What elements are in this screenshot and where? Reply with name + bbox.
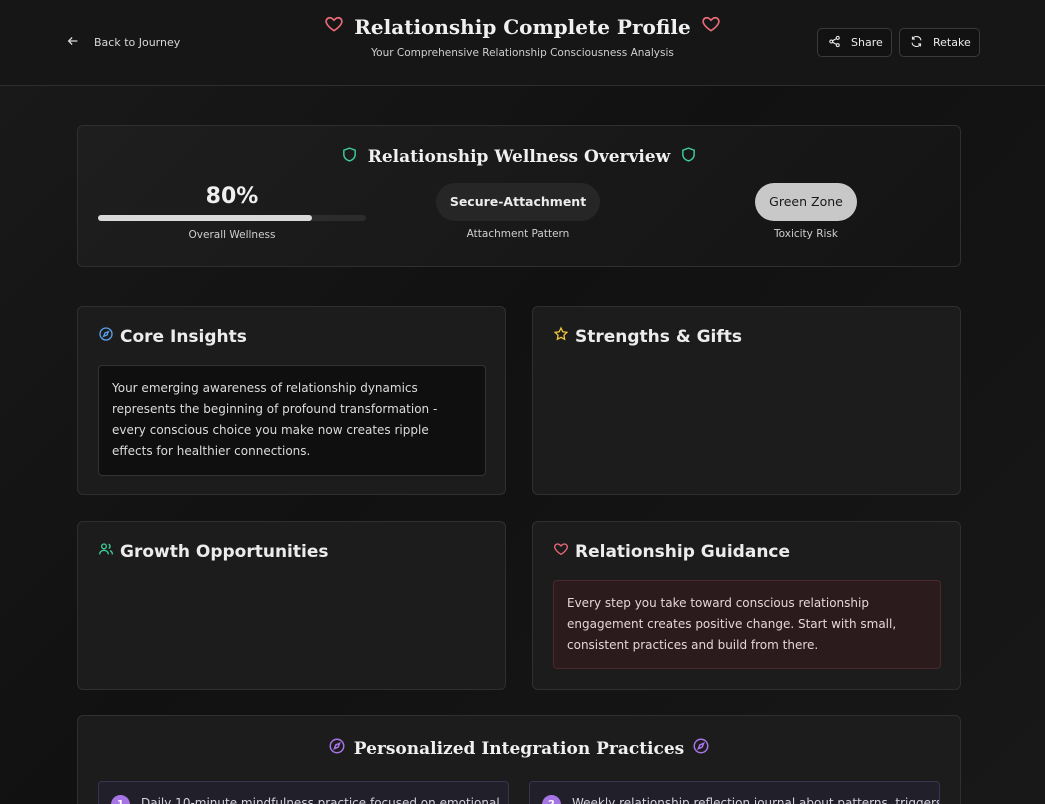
wellness-value: 80% xyxy=(205,184,259,209)
core-insights-text: Your emerging awareness of relationship … xyxy=(98,365,486,476)
star-icon xyxy=(553,326,569,347)
guidance-title: Relationship Guidance xyxy=(575,541,791,562)
practice-item: 2 Weekly relationship reflection journal… xyxy=(529,781,940,804)
page-title: Relationship Complete Profile xyxy=(324,14,720,39)
compass-icon xyxy=(328,737,346,760)
strengths-title: Strengths & Gifts xyxy=(575,326,742,347)
toxicity-risk-metric: Green Zone Toxicity Risk xyxy=(706,183,906,240)
shield-icon xyxy=(341,146,358,168)
heart-icon xyxy=(324,14,344,39)
compass-icon xyxy=(692,737,710,760)
users-icon xyxy=(98,541,114,562)
core-insights-title: Core Insights xyxy=(120,326,247,347)
wellness-overview-card: Relationship Wellness Overview 80% Overa… xyxy=(77,125,961,267)
overall-wellness-metric: 80% Overall Wellness xyxy=(98,184,366,241)
practice-number-badge: 1 xyxy=(111,795,130,804)
share-icon xyxy=(828,35,841,51)
wellness-label: Overall Wellness xyxy=(188,229,276,241)
heart-icon xyxy=(701,14,721,39)
core-insights-card: Core Insights Your emerging awareness of… xyxy=(77,306,506,495)
guidance-card: Relationship Guidance Every step you tak… xyxy=(532,521,961,690)
growth-title: Growth Opportunities xyxy=(120,541,329,562)
practice-number-badge: 2 xyxy=(542,795,561,804)
retake-button[interactable]: Retake xyxy=(899,28,980,57)
guidance-heading: Relationship Guidance xyxy=(553,541,790,562)
growth-card: Growth Opportunities xyxy=(77,521,506,690)
retake-label: Retake xyxy=(933,36,971,49)
overview-title-text: Relationship Wellness Overview xyxy=(367,147,671,167)
wellness-progress-fill xyxy=(98,215,313,221)
practice-text: Weekly relationship reflection journal a… xyxy=(572,796,940,804)
page-title-text: Relationship Complete Profile xyxy=(354,14,691,39)
page-header: Back to Journey Relationship Complete Pr… xyxy=(0,0,1045,86)
wellness-progress-bar xyxy=(98,215,366,221)
practice-item: 1 Daily 10-minute mindfulness practice f… xyxy=(98,781,509,804)
strengths-card: Strengths & Gifts xyxy=(532,306,961,495)
practices-card: Personalized Integration Practices 1 Dai… xyxy=(77,715,961,804)
attachment-badge: Secure-Attachment xyxy=(435,183,601,221)
overview-title: Relationship Wellness Overview xyxy=(78,146,960,168)
guidance-text: Every step you take toward conscious rel… xyxy=(553,580,941,669)
attachment-label: Attachment Pattern xyxy=(466,228,570,240)
practices-heading: Personalized Integration Practices xyxy=(78,737,960,760)
attachment-pattern-metric: Secure-Attachment Attachment Pattern xyxy=(418,183,618,240)
toxicity-label: Toxicity Risk xyxy=(774,228,838,240)
refresh-icon xyxy=(910,35,923,51)
share-label: Share xyxy=(851,36,883,49)
growth-heading: Growth Opportunities xyxy=(98,541,328,562)
share-button[interactable]: Share xyxy=(817,28,892,57)
strengths-heading: Strengths & Gifts xyxy=(553,326,742,347)
core-insights-heading: Core Insights xyxy=(98,326,247,347)
practice-text: Daily 10-minute mindfulness practice foc… xyxy=(141,796,500,804)
practices-title: Personalized Integration Practices xyxy=(353,738,685,759)
compass-icon xyxy=(98,326,114,347)
toxicity-badge: Green Zone xyxy=(755,183,857,221)
shield-icon xyxy=(680,146,697,168)
heart-icon xyxy=(553,541,569,562)
